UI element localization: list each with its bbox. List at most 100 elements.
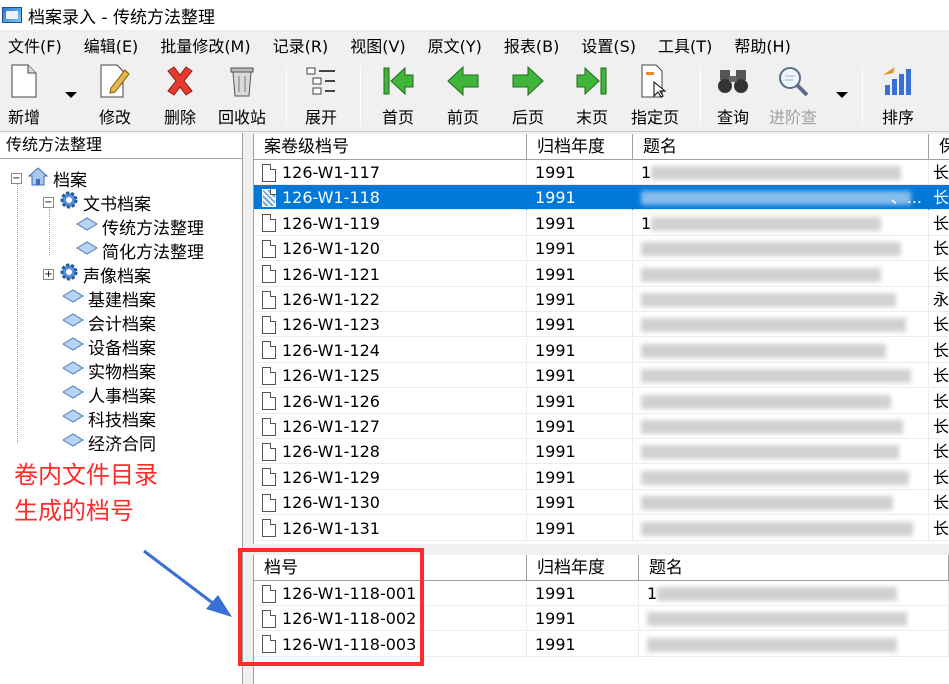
year-cell: 1991 [527,363,633,389]
recycle-bin-button[interactable]: 回收站 [218,64,266,128]
menu-original[interactable]: 原文(Y) [420,33,482,57]
table-row[interactable]: 126-W1-123 1991 长 [254,312,949,338]
query-button[interactable]: 查询 [715,64,751,128]
previous-page-button[interactable]: 前页 [445,64,481,128]
title-cell [633,464,929,490]
redacted-title-text [641,420,903,434]
tree-node-documents[interactable]: − 文书档案 [43,190,151,215]
table-row[interactable]: 126-W1-127 1991 长 [254,414,949,439]
sort-button[interactable]: 排序 [880,64,916,128]
column-header-title[interactable]: 题名 [639,555,949,581]
tree-node-traditional[interactable]: 传统方法整理 [76,214,204,239]
toolbar-separator [862,66,863,126]
new-dropdown-icon[interactable] [65,92,77,98]
query-dropdown-icon[interactable] [836,92,848,98]
table-row[interactable]: 126-W1-125 1991 长 [254,363,949,389]
tree-node-contracts[interactable]: 经济合同 [62,430,156,455]
document-icon [262,442,276,461]
annotation-arrow-icon [143,549,232,617]
volume-records-grid[interactable]: 案卷级档号 归档年度 题名 保 126-W1-11719911长126-W1-1… [253,134,949,544]
code-cell: 126-W1-131 [254,515,527,541]
code-text: 126-W1-123 [282,315,380,335]
first-page-button[interactable]: 首页 [380,64,416,128]
title-cell [633,490,929,516]
document-icon [262,417,276,436]
sort-icon [880,64,916,98]
menu-help[interactable]: 帮助(H) [726,33,791,57]
code-text: 126-W1-118 [282,188,380,208]
code-cell: 126-W1-120 [254,236,527,262]
first-page-icon [380,64,416,98]
expand-button[interactable]: 展开 [303,64,339,128]
table-row[interactable]: 126-W1-130 1991 长 [254,490,949,516]
menu-file[interactable]: 文件(F) [0,33,62,57]
tree-node-physical[interactable]: 实物档案 [62,358,156,383]
tree-node-technology[interactable]: 科技档案 [62,406,156,431]
retention-cell: 永 [929,287,949,312]
year-cell: 1991 [527,160,633,185]
diamond-icon [62,288,84,308]
column-header-title[interactable]: 题名 [633,134,929,160]
code-text: 126-W1-129 [282,467,380,487]
tree-guide-line [17,183,18,443]
binoculars-icon [715,64,751,98]
menu-tools[interactable]: 工具(T) [650,33,712,57]
table-row[interactable]: 126-W1-119 1991 1 长 [254,210,949,236]
tree-node-accounting[interactable]: 会计档案 [62,310,156,335]
expand-icon[interactable]: + [43,268,54,280]
tree-node-equipment[interactable]: 设备档案 [62,334,156,359]
new-button[interactable]: 新增 [6,64,42,128]
title-cell [633,515,929,541]
collapse-icon[interactable]: − [11,172,22,184]
tree-node-root[interactable]: − 档案 [11,166,87,191]
annotation-line-2: 生成的档号 [14,497,134,525]
next-page-button[interactable]: 后页 [510,64,546,128]
code-cell: 126-W1-129 [254,464,527,490]
toolbar: 新增 修改 删除 回收站 展开 首页 前页 后页 末页 指定页 查询 进阶查 排… [0,60,949,132]
table-row[interactable]: 126-W1-129 1991 长 [254,464,949,490]
table-row[interactable]: 126-W1-126 1991 长 [254,388,949,414]
table-row[interactable]: 126-W1-128 1991 长 [254,439,949,465]
column-header-archive-year[interactable]: 归档年度 [527,555,639,581]
document-icon [262,239,276,258]
tree-node-construction[interactable]: 基建档案 [62,286,156,311]
column-header-retention[interactable]: 保 [929,134,949,160]
tree-node-audiovisual[interactable]: + 声像档案 [43,262,151,287]
table-row[interactable]: 126-W1-124 1991 长 [254,337,949,363]
table-row[interactable]: 126-W1-118 1991 、... 长 [254,185,949,211]
code-cell: 126-W1-128 [254,439,527,465]
goto-page-button[interactable]: 指定页 [631,64,679,128]
table-row[interactable]: 126-W1-117 1991 1 长 [254,160,949,185]
tree-node-personnel[interactable]: 人事档案 [62,382,156,407]
tree-node-simplified[interactable]: 简化方法整理 [76,238,204,263]
advanced-query-button[interactable]: 进阶查 [769,64,817,128]
diamond-icon [76,216,98,236]
retention-cell: 长 [929,338,949,363]
redacted-title-text [641,242,901,257]
menu-edit[interactable]: 编辑(E) [76,33,139,57]
menu-batch-modify[interactable]: 批量修改(M) [152,33,250,57]
code-text: 126-W1-121 [282,264,380,284]
collapse-icon[interactable]: − [43,196,54,208]
menu-settings[interactable]: 设置(S) [573,33,636,57]
code-text: 126-W1-120 [282,239,380,259]
menu-record[interactable]: 记录(R) [265,33,329,57]
column-header-archive-year[interactable]: 归档年度 [527,134,633,160]
title-cell: 1 [633,160,929,185]
title-cell [633,439,929,465]
column-header-volume-code[interactable]: 案卷级档号 [254,134,527,160]
year-cell: 1991 [527,631,639,657]
title-cell [633,388,929,414]
retention-cell: 长 [929,185,949,210]
table-row[interactable]: 126-W1-131 1991 长 [254,515,949,541]
menu-view[interactable]: 视图(V) [342,33,405,57]
table-row[interactable]: 126-W1-120 1991 长 [254,236,949,262]
table-row[interactable]: 126-W1-121 1991 长 [254,261,949,287]
last-page-button[interactable]: 末页 [574,64,610,128]
title-cell [633,337,929,363]
edit-button[interactable]: 修改 [97,64,133,128]
menu-report[interactable]: 报表(B) [496,33,559,57]
delete-x-icon [162,64,198,98]
table-row[interactable]: 126-W1-122 1991 永 [254,287,949,312]
delete-button[interactable]: 删除 [162,64,198,128]
